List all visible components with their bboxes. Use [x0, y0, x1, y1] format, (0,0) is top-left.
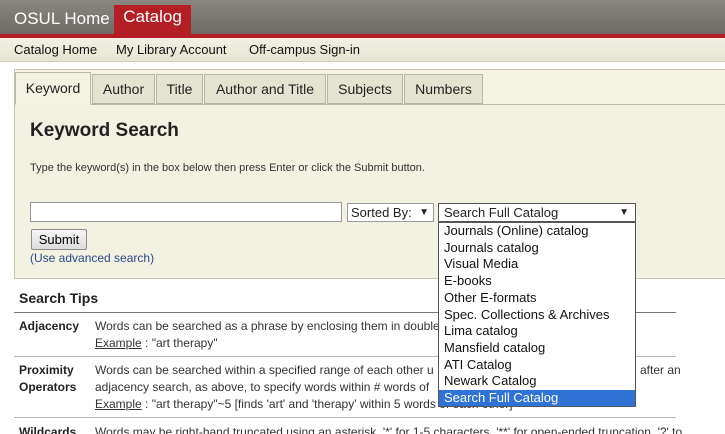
tip-term-adjacency: Adjacency — [19, 319, 80, 333]
tab-title[interactable]: Title — [156, 74, 203, 104]
tip-text-adjacency: Words can be searched as a phrase by enc… — [95, 319, 440, 333]
top-bar: OSUL Home Catalog — [0, 0, 725, 34]
example-text: : "art therapy" — [141, 336, 218, 350]
tip-term-proximity-line2: Operators — [19, 380, 77, 394]
secondary-nav: Catalog Home My Library Account Off-camp… — [0, 38, 725, 62]
dropdown-option[interactable]: Lima catalog — [439, 323, 635, 339]
catalog-home-link[interactable]: Catalog Home — [14, 42, 97, 57]
dropdown-option[interactable]: E-books — [439, 273, 635, 289]
osul-home-link[interactable]: OSUL Home — [14, 9, 110, 29]
my-library-account-link[interactable]: My Library Account — [116, 42, 227, 57]
tip-term-proximity-line1: Proximity — [19, 363, 74, 377]
dropdown-option[interactable]: Newark Catalog — [439, 373, 635, 389]
search-tips-heading: Search Tips — [19, 290, 99, 306]
divider — [14, 417, 676, 418]
tip-term-wildcards: Wildcards — [19, 425, 77, 434]
catalog-scope-value: Search Full Catalog — [444, 205, 559, 220]
dropdown-option[interactable]: Journals (Online) catalog — [439, 223, 635, 239]
catalog-scope-dropdown-list[interactable]: Journals (Online) catalog Journals catalo… — [438, 222, 636, 407]
page-title: Keyword Search — [30, 120, 179, 141]
submit-button[interactable]: Submit — [31, 229, 87, 250]
dropdown-option[interactable]: Other E-formats — [439, 290, 635, 306]
sort-by-label: Sorted By: — [351, 205, 412, 220]
tip-text-proximity: Words can be searched within a specified… — [95, 363, 434, 377]
tip-text-proximity-line2: adjacency search, as above, to specify w… — [95, 380, 430, 394]
tip-example-adjacency: Example : "art therapy" — [95, 335, 218, 352]
tab-author-and-title[interactable]: Author and Title — [204, 74, 326, 104]
dropdown-option[interactable]: Visual Media — [439, 256, 635, 272]
chevron-down-icon: ▼ — [619, 207, 629, 218]
tab-keyword[interactable]: Keyword — [15, 72, 91, 105]
off-campus-sign-in-link[interactable]: Off-campus Sign-in — [249, 42, 360, 57]
dropdown-option[interactable]: Mansfield catalog — [439, 340, 635, 356]
advanced-search-link[interactable]: (Use advanced search) — [30, 251, 154, 265]
sort-by-select[interactable]: Sorted By: ▼ — [347, 203, 434, 222]
search-instructions: Type the keyword(s) in the box below the… — [30, 162, 425, 174]
keyword-search-input[interactable] — [30, 202, 342, 222]
tip-text-proximity-right: after an — [640, 363, 681, 377]
tip-text-wildcards: Words may be right-hand truncated using … — [95, 425, 683, 434]
example-link[interactable]: Example — [95, 336, 142, 350]
dropdown-option[interactable]: Spec. Collections & Archives — [439, 307, 635, 323]
chevron-down-icon: ▼ — [419, 207, 429, 218]
dropdown-option[interactable]: Search Full Catalog — [439, 390, 635, 406]
tab-author[interactable]: Author — [92, 74, 155, 104]
catalog-tab[interactable]: Catalog — [114, 5, 191, 34]
tab-numbers[interactable]: Numbers — [404, 74, 483, 104]
example-link[interactable]: Example — [95, 397, 142, 411]
dropdown-option[interactable]: ATI Catalog — [439, 357, 635, 373]
dropdown-option[interactable]: Journals catalog — [439, 240, 635, 256]
catalog-scope-select[interactable]: Search Full Catalog ▼ — [438, 203, 636, 222]
tab-subjects[interactable]: Subjects — [327, 74, 403, 104]
